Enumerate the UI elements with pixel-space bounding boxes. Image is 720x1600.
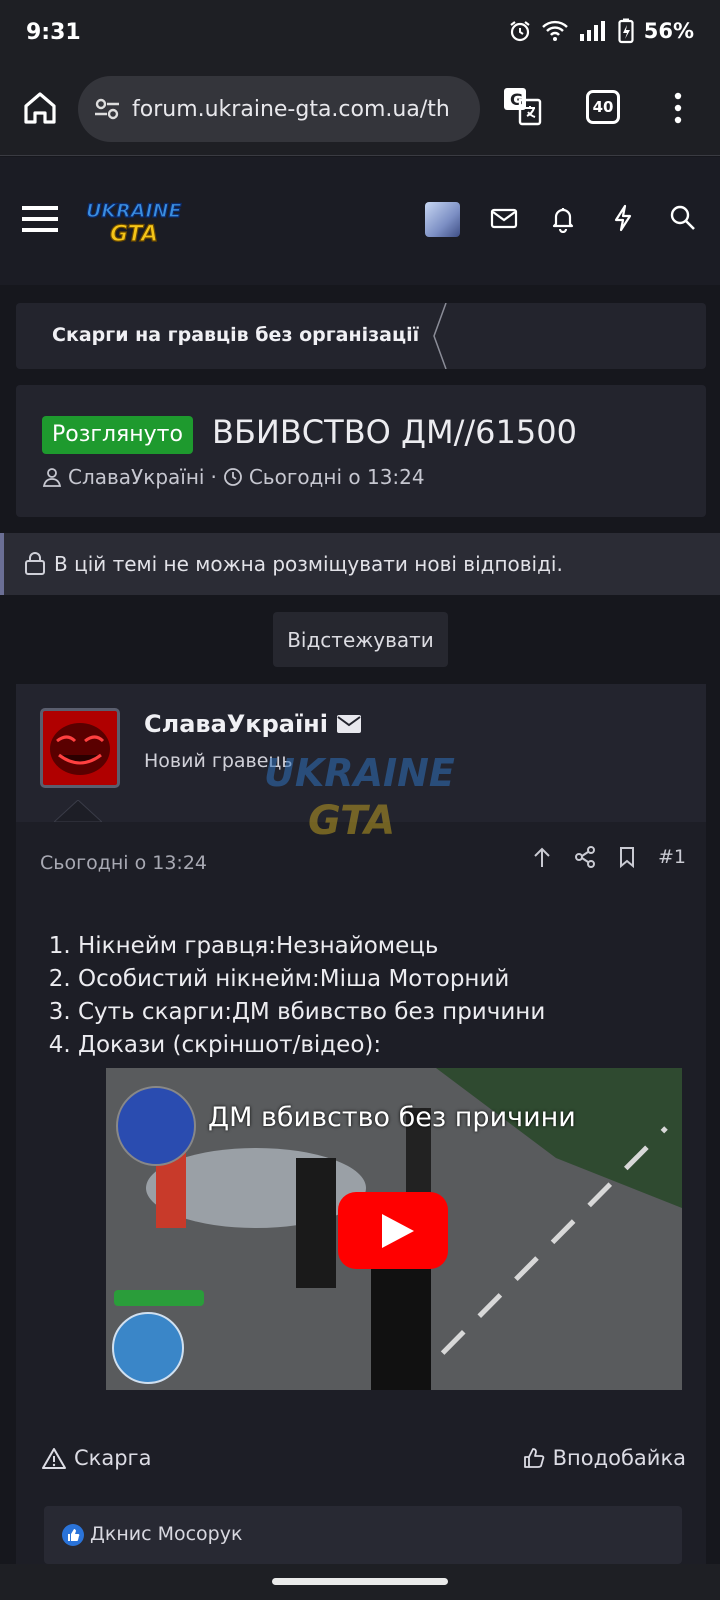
breadcrumb-separator [433,303,447,369]
channel-avatar[interactable] [116,1086,196,1166]
liked-by-user[interactable]: Дкнис Мосорук [90,1523,242,1545]
ukraine-gta-watermark: UKRAINE GTA [264,751,455,844]
clock-icon [223,468,242,486]
thread-title: ВБИВСТВО ДМ//61500 [212,413,577,451]
battery-level: 56% [643,19,694,43]
lightning-icon[interactable] [608,203,638,233]
url-text[interactable]: forum.ukraine-gta.com.ua/th [132,97,450,122]
thread-date[interactable]: Сьогодні о 13:24 [249,465,425,489]
thread-meta: СлаваУкраїні · Сьогодні о 13:24 [42,465,425,489]
search-icon[interactable] [668,203,698,233]
tabs-count: 40 [592,98,614,116]
post-author-name[interactable]: СлаваУкраїні [144,710,328,738]
mail-icon[interactable] [489,203,519,233]
post: СлаваУкраїні Новий гравець UKRAINE GTA С… [16,684,706,1564]
status-badge: Розглянуто [42,416,193,454]
list-item: Особистий нікнейм:Міша Моторний [78,963,545,996]
svg-text:UKRAINE: UKRAINE [264,751,455,795]
translate-icon[interactable]: G [502,86,542,126]
notice-text: В цій темі не можна розміщувати нові від… [54,552,563,576]
report-label[interactable]: Скарга [74,1446,151,1470]
battery-charging-icon [618,18,634,44]
list-item: Докази (скріншот/відео): [78,1029,545,1062]
svg-text:UKRAINE: UKRAINE [86,200,181,222]
like-label[interactable]: Вподобайка [553,1446,686,1470]
home-icon[interactable] [18,86,62,130]
signal-icon [579,21,605,41]
complaint-list: Нікнейм гравця:Незнайомець Особистий нік… [78,930,545,1062]
list-item: Нікнейм гравця:Незнайомець [78,930,545,963]
warning-icon [42,1448,66,1469]
bookmark-icon[interactable] [618,846,636,868]
alarm-icon [510,21,530,42]
like-reaction-icon [62,1524,84,1546]
post-number[interactable]: #1 [658,846,686,868]
more-menu-icon[interactable] [668,86,688,130]
game-hud-badge [114,1290,204,1306]
youtube-video-embed[interactable]: ДМ вбивство без причини [106,1068,682,1390]
status-time: 9:31 [26,20,81,45]
like-button[interactable]: Вподобайка [523,1446,686,1470]
post-author-row: СлаваУкраїні [144,710,362,738]
home-indicator[interactable] [272,1578,448,1585]
breadcrumb[interactable]: Скарги на гравців без організації [16,303,706,369]
post-date[interactable]: Сьогодні о 13:24 [40,852,207,874]
status-icons: 56% [508,18,694,44]
post-actions: #1 [532,846,686,868]
ukraine-gta-logo[interactable]: UKRAINE GTA [84,195,184,247]
post-author-block: СлаваУкраїні Новий гравець UKRAINE GTA [16,684,706,844]
svg-text:GTA: GTA [308,798,395,844]
site-header: UKRAINE GTA [0,157,720,285]
video-title[interactable]: ДМ вбивство без причини [208,1102,576,1133]
browser-toolbar: forum.ukraine-gta.com.ua/th G 40 [0,64,720,156]
address-bar[interactable]: forum.ukraine-gta.com.ua/th [78,76,480,142]
watch-thread-button[interactable]: Відстежувати [273,612,448,667]
thumbs-up-icon [523,1448,544,1468]
report-button[interactable]: Скарга [42,1446,151,1470]
bell-icon[interactable] [548,203,578,233]
user-avatar[interactable] [425,202,460,237]
gesture-bar [0,1564,720,1600]
breadcrumb-label[interactable]: Скарги на гравців без організації [52,324,419,346]
hamburger-menu-icon[interactable] [22,203,58,235]
list-item: Суть скарги:ДМ вбивство без причини [78,996,545,1029]
status-bar: 9:31 56% [0,0,720,64]
arrow-up-icon[interactable] [532,846,552,868]
wifi-icon [541,20,568,41]
svg-text:GTA: GTA [110,222,158,247]
likes-summary[interactable]: Дкнис Мосорук [44,1506,682,1564]
post-pointer [54,800,102,822]
share-icon[interactable] [574,846,596,868]
locked-notice: В цій темі не можна розміщувати нові від… [0,533,720,595]
meta-separator: · [210,465,217,489]
user-icon [42,468,62,487]
thread-author[interactable]: СлаваУкраїні [68,465,204,489]
game-minimap [112,1312,184,1384]
tab-switcher-button[interactable]: 40 [586,90,620,124]
play-button[interactable] [338,1192,448,1269]
thread-header: Розглянуто ВБИВСТВО ДМ//61500 СлаваУкраї… [16,385,706,517]
author-avatar[interactable] [40,708,120,788]
envelope-icon[interactable] [336,714,362,734]
lock-icon [25,552,45,575]
site-settings-icon[interactable] [92,94,122,124]
